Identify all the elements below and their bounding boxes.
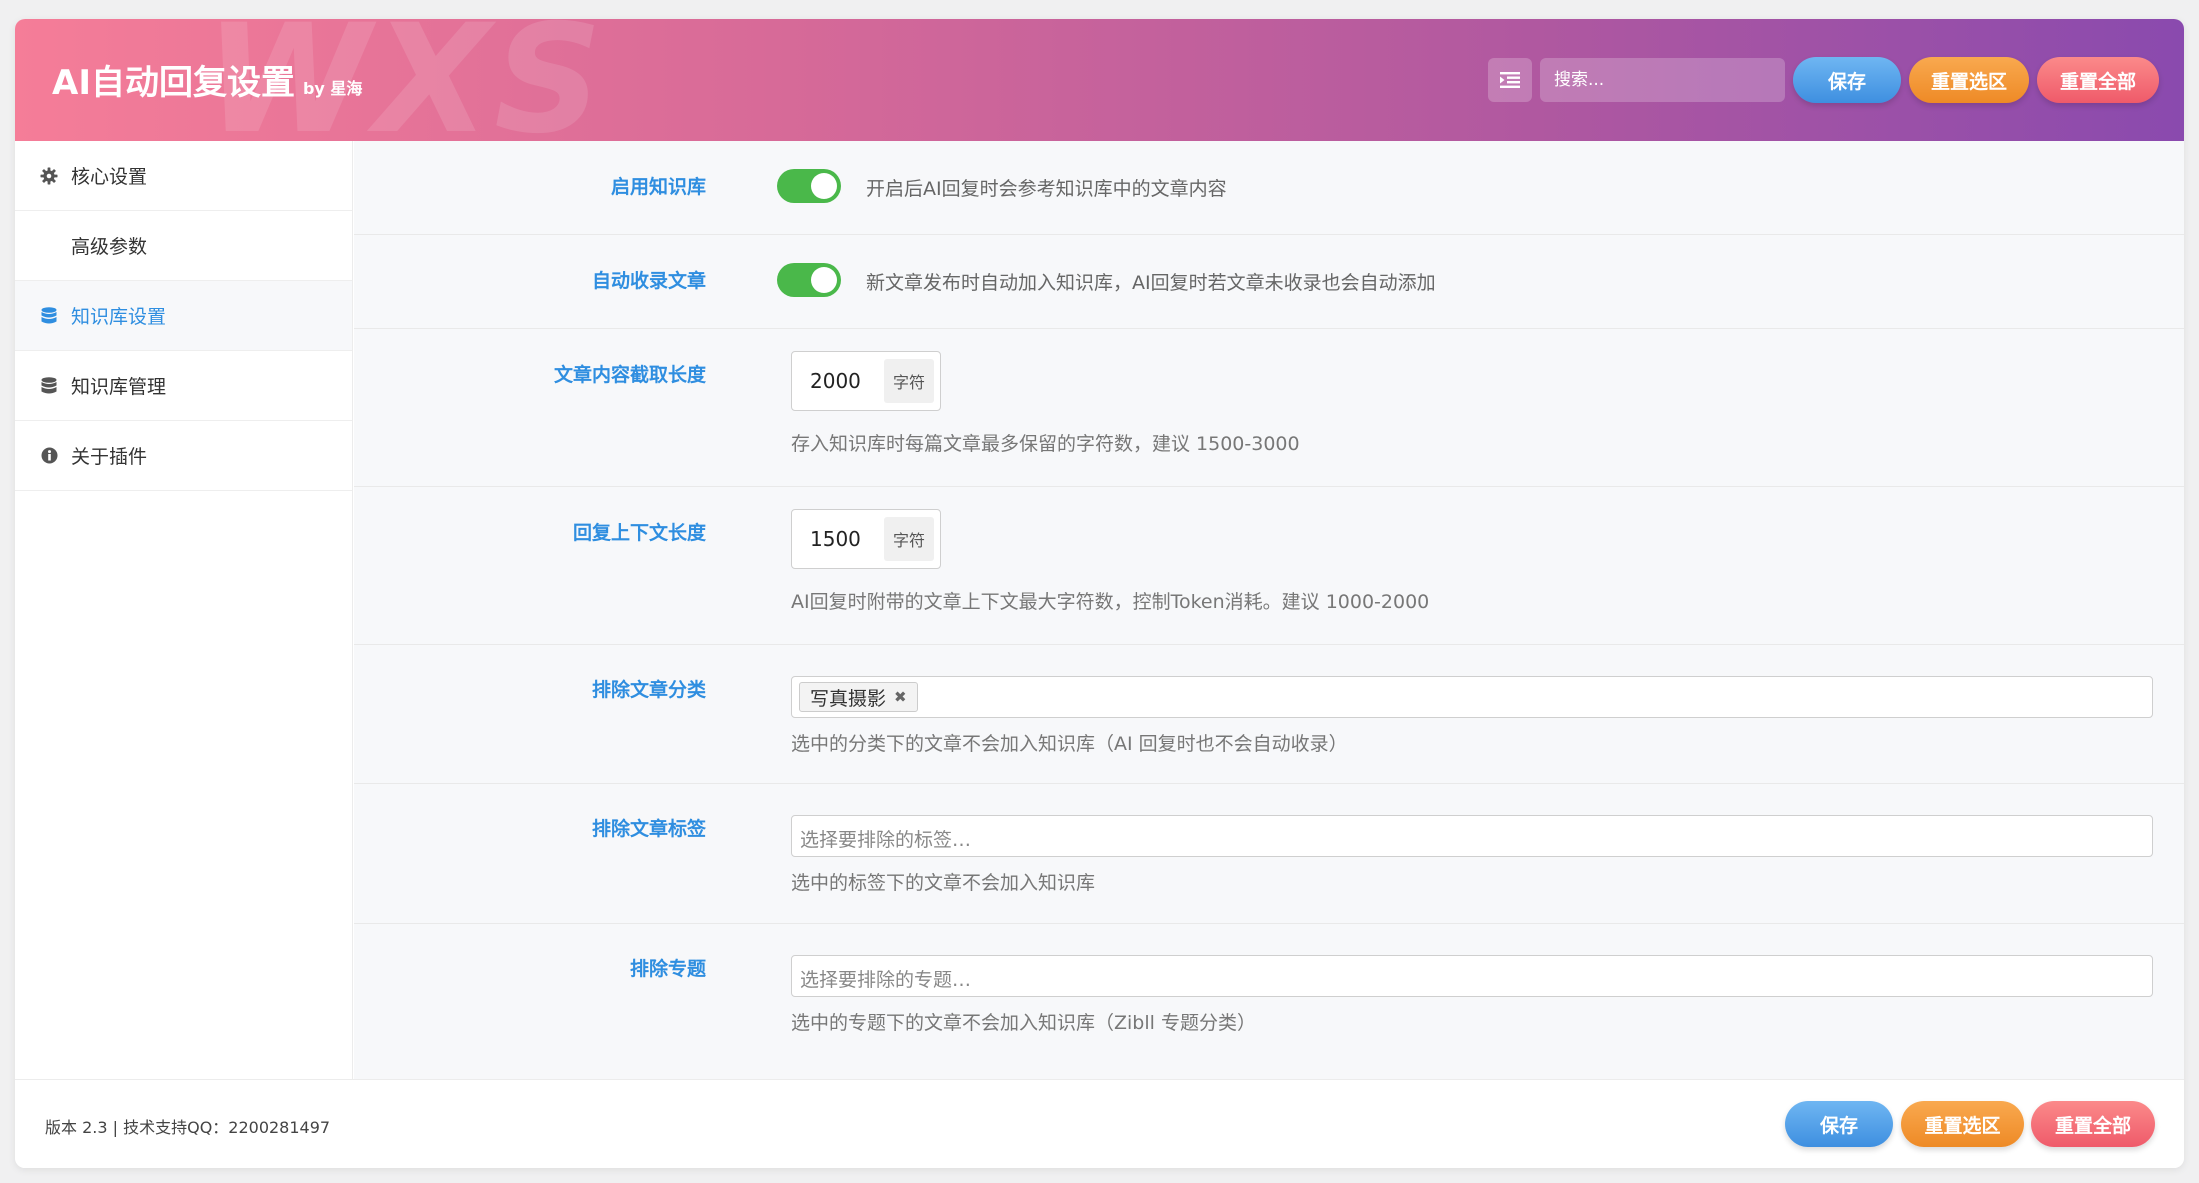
author-credit: by 星海 xyxy=(302,79,363,98)
page-title-text: AI自动回复设置 xyxy=(52,63,295,103)
selected-category-chip: 写真摄影 ✖ xyxy=(799,682,918,712)
setting-description: 选中的分类下的文章不会加入知识库（AI 回复时也不会自动收录） xyxy=(791,733,1348,755)
setting-label: 回复上下文长度 xyxy=(572,522,706,544)
search-input[interactable] xyxy=(1540,58,1785,102)
setting-description: AI回复时附带的文章上下文最大字符数，控制Token消耗。建议 1000-200… xyxy=(791,591,1430,613)
setting-label: 自动收录文章 xyxy=(591,270,706,292)
context-length-input[interactable]: 1500 字符 xyxy=(791,509,941,569)
setting-description: 选中的标签下的文章不会加入知识库 xyxy=(791,872,1096,894)
reset-section-button[interactable]: 重置选区 xyxy=(1909,57,2029,103)
footer-save-button[interactable]: 保存 xyxy=(1785,1101,1893,1147)
sidebar-item-label: 关于插件 xyxy=(71,446,148,468)
page-title: AI自动回复设置 by 星海 xyxy=(52,55,362,104)
setting-row-context-length: 回复上下文长度 1500 字符 AI回复时附带的文章上下文最大字符数，控制Tok… xyxy=(354,487,2184,645)
exclude-categories-select[interactable]: 写真摄影 ✖ xyxy=(791,676,2153,718)
info-icon xyxy=(39,446,59,466)
setting-description: 新文章发布时自动加入知识库，AI回复时若文章未收录也会自动添加 xyxy=(866,272,1436,294)
setting-row-auto-collect: 自动收录文章 新文章发布时自动加入知识库，AI回复时若文章未收录也会自动添加 xyxy=(354,235,2184,329)
gear-icon xyxy=(39,166,59,186)
setting-description: 选中的专题下的文章不会加入知识库（Zibll 专题分类） xyxy=(791,1012,1256,1034)
reset-all-button[interactable]: 重置全部 xyxy=(2037,57,2159,103)
settings-panel: WXS AI自动回复设置by 星海 保存 重置选区 重置全部 xyxy=(15,19,2184,1168)
sidebar: 核心设置 高级参数 知识库设置 知识库管理 关于插件 xyxy=(15,141,353,1079)
input-value: 1500 xyxy=(810,527,861,551)
sidebar-item-advanced-params[interactable]: 高级参数 xyxy=(15,211,352,281)
input-value: 2000 xyxy=(810,369,861,393)
chip-label: 写真摄影 xyxy=(810,687,887,710)
setting-row-exclude-tags: 排除文章标签 选择要排除的标签… 选中的标签下的文章不会加入知识库 xyxy=(354,784,2184,924)
sidebar-item-label: 核心设置 xyxy=(71,166,148,188)
setting-label: 文章内容截取长度 xyxy=(553,364,706,386)
toggle-knob xyxy=(811,173,837,199)
remove-chip-icon[interactable]: ✖ xyxy=(894,688,907,706)
database-icon xyxy=(39,306,59,326)
unit-label: 字符 xyxy=(884,517,934,561)
setting-label: 排除文章分类 xyxy=(591,679,706,701)
setting-label: 启用知识库 xyxy=(610,176,706,198)
auto-collect-toggle[interactable] xyxy=(777,263,841,297)
select-placeholder: 选择要排除的标签… xyxy=(800,829,972,851)
sidebar-item-core-settings[interactable]: 核心设置 xyxy=(15,141,352,211)
setting-description: 存入知识库时每篇文章最多保留的字符数，建议 1500-3000 xyxy=(791,433,1300,455)
footer-bar: 版本 2.3 | 技术支持QQ：2200281497 保存 重置选区 重置全部 xyxy=(15,1079,2184,1168)
exclude-topics-select[interactable]: 选择要排除的专题… xyxy=(791,955,2153,997)
footer-reset-all-button[interactable]: 重置全部 xyxy=(2031,1101,2155,1147)
sidebar-item-about[interactable]: 关于插件 xyxy=(15,421,352,491)
sidebar-item-label: 知识库管理 xyxy=(71,376,167,398)
setting-label: 排除文章标签 xyxy=(591,818,706,840)
footer-reset-section-button[interactable]: 重置选区 xyxy=(1901,1101,2024,1147)
toggle-knob xyxy=(811,267,837,293)
sidebar-item-label: 知识库设置 xyxy=(71,306,167,328)
setting-row-exclude-topics: 排除专题 选择要排除的专题… 选中的专题下的文章不会加入知识库（Zibll 专题… xyxy=(354,924,2184,1079)
sidebar-item-label: 高级参数 xyxy=(71,236,148,258)
sidebar-item-kb-settings[interactable]: 知识库设置 xyxy=(15,281,352,351)
sidebar-item-kb-management[interactable]: 知识库管理 xyxy=(15,351,352,421)
setting-label: 排除专题 xyxy=(629,958,706,980)
menu-toggle-button[interactable] xyxy=(1488,58,1532,102)
setting-row-content-length: 文章内容截取长度 2000 字符 存入知识库时每篇文章最多保留的字符数，建议 1… xyxy=(354,329,2184,487)
unit-label: 字符 xyxy=(884,359,934,403)
settings-content: 启用知识库 开启后AI回复时会参考知识库中的文章内容 自动收录文章 新文章发布时… xyxy=(354,141,2184,1079)
footer-version-text: 版本 2.3 | 技术支持QQ：2200281497 xyxy=(45,1118,331,1137)
content-length-input[interactable]: 2000 字符 xyxy=(791,351,941,411)
setting-description: 开启后AI回复时会参考知识库中的文章内容 xyxy=(866,178,1227,200)
header-bar: WXS AI自动回复设置by 星海 保存 重置选区 重置全部 xyxy=(15,19,2184,141)
list-indent-icon xyxy=(1500,72,1520,88)
exclude-tags-select[interactable]: 选择要排除的标签… xyxy=(791,815,2153,857)
setting-row-exclude-categories: 排除文章分类 写真摄影 ✖ 选中的分类下的文章不会加入知识库（AI 回复时也不会… xyxy=(354,645,2184,784)
select-placeholder: 选择要排除的专题… xyxy=(800,969,972,991)
enable-kb-toggle[interactable] xyxy=(777,169,841,203)
save-button[interactable]: 保存 xyxy=(1793,57,1901,103)
setting-row-enable-kb: 启用知识库 开启后AI回复时会参考知识库中的文章内容 xyxy=(354,141,2184,235)
database-icon xyxy=(39,376,59,396)
